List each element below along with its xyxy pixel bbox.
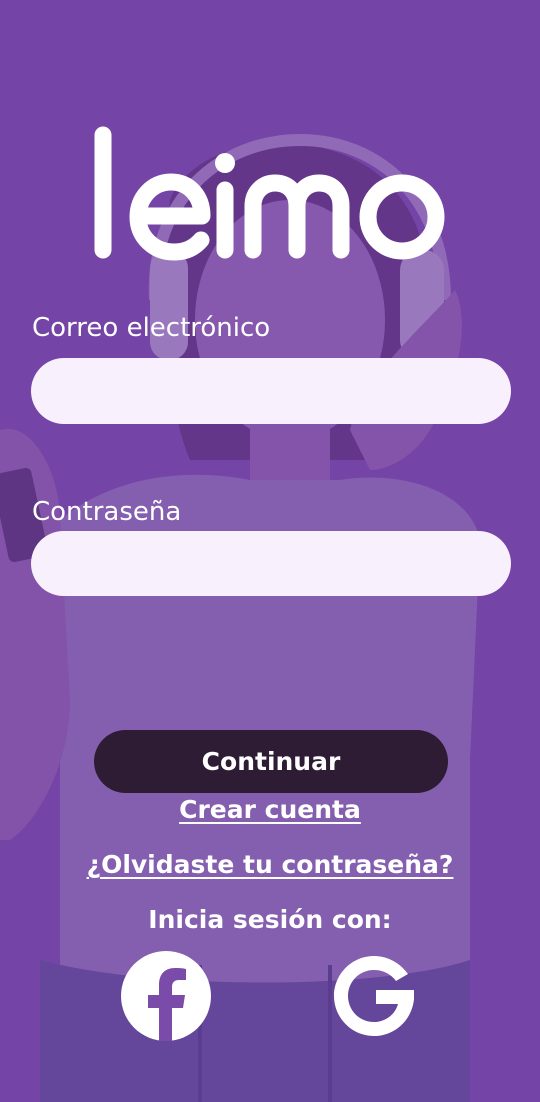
continue-button[interactable]: Continuar <box>94 730 448 793</box>
google-icon[interactable] <box>328 950 420 1042</box>
login-screen: Correo electrónico Contraseña Continuar … <box>0 0 540 1102</box>
facebook-icon[interactable] <box>120 950 212 1042</box>
forgot-password-link[interactable]: ¿Olvidaste tu contraseña? <box>0 850 540 879</box>
password-label: Contraseña <box>32 497 182 527</box>
leimo-logo <box>94 126 445 261</box>
email-label: Correo electrónico <box>32 313 271 343</box>
social-login-heading: Inicia sesión con: <box>148 905 392 934</box>
password-field[interactable] <box>31 531 511 596</box>
email-field[interactable] <box>31 358 511 424</box>
create-account-link[interactable]: Crear cuenta <box>0 795 540 824</box>
